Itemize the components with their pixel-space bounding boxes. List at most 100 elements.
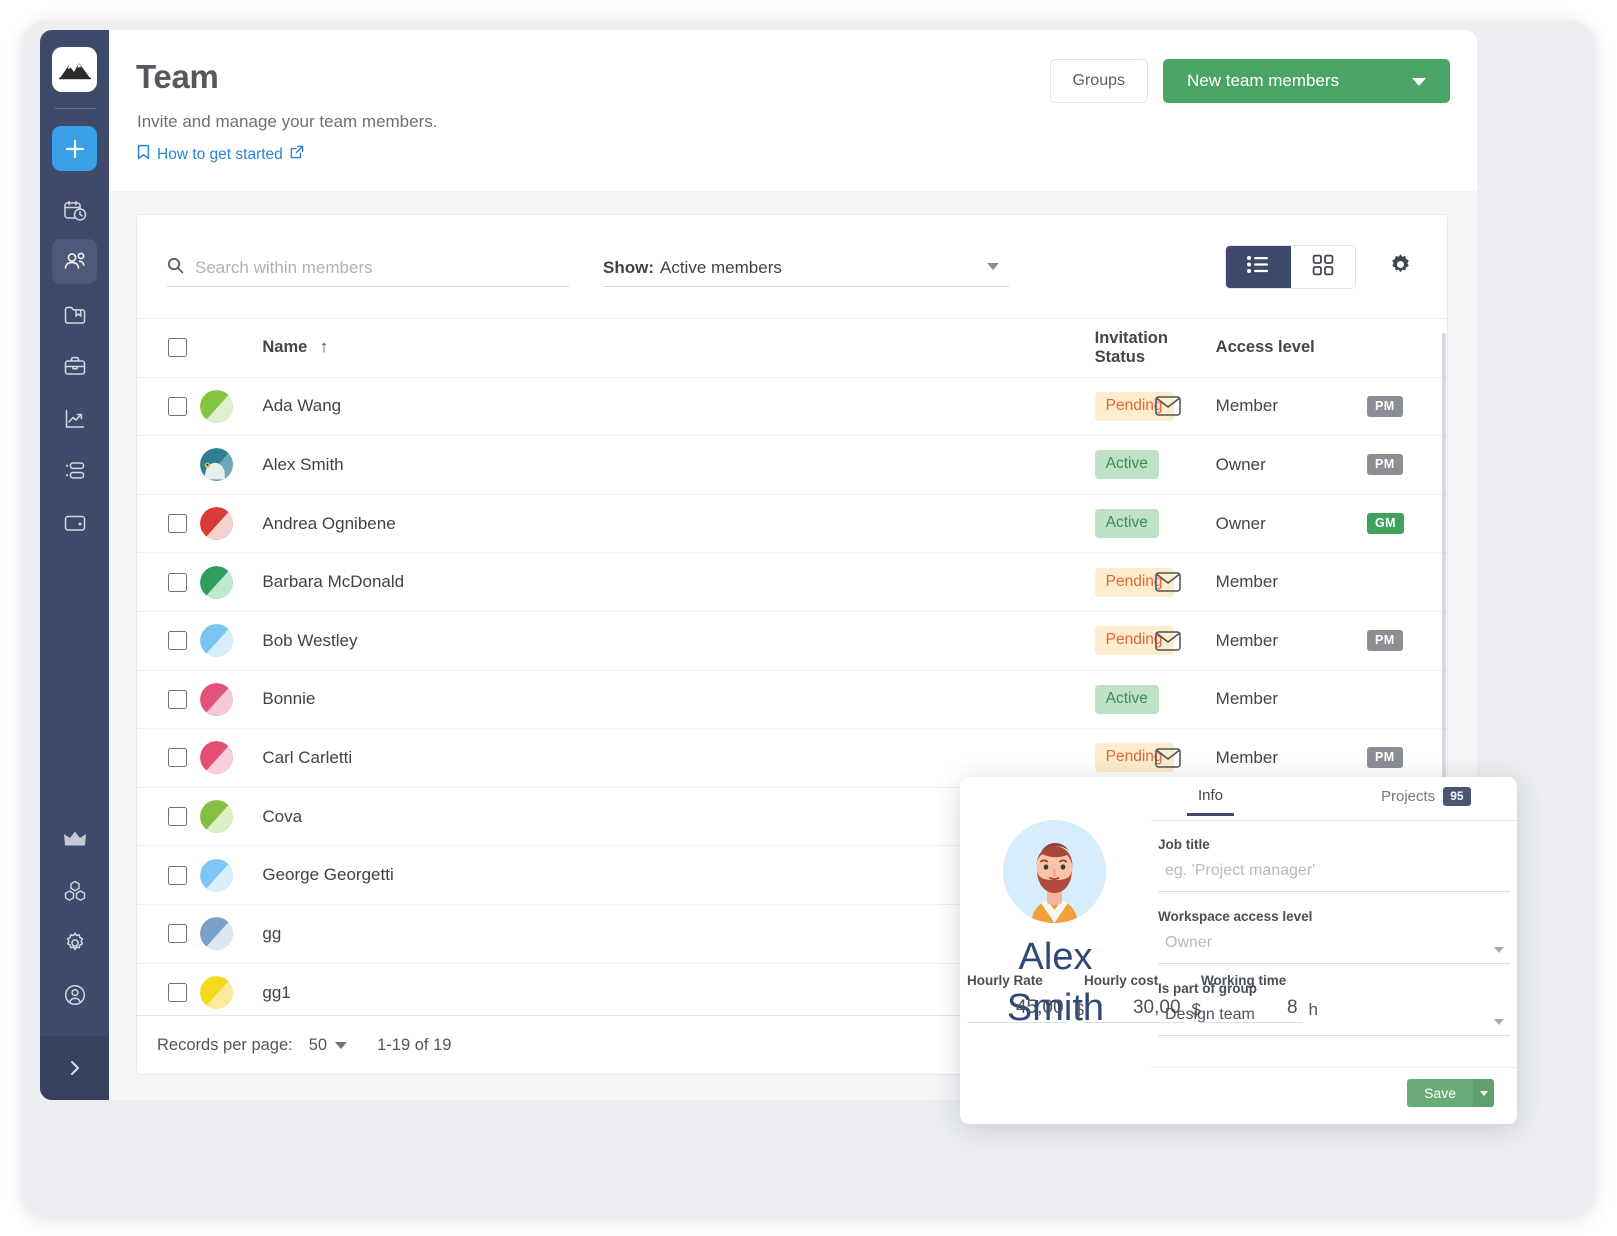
sidebar-item-reports[interactable]: [52, 396, 97, 441]
row-role-badge-cell: [1366, 552, 1447, 612]
split-circle-pink-icon: [199, 682, 233, 716]
row-avatar-cell: [199, 786, 263, 846]
sidebar-item-expenses[interactable]: [52, 500, 97, 545]
table-row[interactable]: Ada Wang Pending Member PM: [137, 376, 1447, 436]
sidebar-item-account[interactable]: [52, 972, 97, 1017]
row-checkbox[interactable]: [168, 572, 187, 592]
job-title-field: Job title eg. 'Project manager': [1158, 837, 1510, 892]
row-name-cell[interactable]: Alex Smith: [262, 435, 1095, 495]
table-row[interactable]: Bob Westley Pending Member PM: [137, 610, 1447, 671]
row-avatar-cell: [199, 376, 263, 436]
sidebar-item-tasks[interactable]: [52, 448, 97, 493]
table-row[interactable]: Bonnie Active Member: [137, 669, 1447, 729]
sidebar-item-files[interactable]: [52, 292, 97, 337]
show-filter-dropdown[interactable]: Show: Active members: [603, 249, 1009, 287]
row-status-cell: Active: [1094, 435, 1159, 495]
sidebar-item-projects[interactable]: [52, 343, 97, 388]
status-badge: Pending: [1094, 743, 1174, 773]
split-circle-yellow-icon: [199, 976, 233, 1010]
save-options-button[interactable]: [1473, 1079, 1494, 1107]
row-select-cell: [137, 669, 200, 729]
workspace-access-select[interactable]: Owner: [1158, 934, 1510, 964]
mountain-logo[interactable]: [52, 47, 97, 92]
split-circle-green-icon: [199, 389, 233, 423]
tab-projects[interactable]: Projects 95: [1381, 787, 1471, 806]
row-name-cell[interactable]: Barbara McDonald: [262, 552, 1095, 612]
row-checkbox[interactable]: [168, 924, 187, 944]
list-view-icon: [1246, 255, 1270, 279]
table-row[interactable]: Barbara McDonald Pending Member: [137, 552, 1447, 612]
working-time-input[interactable]: 8: [1201, 997, 1302, 1023]
access-level-value: Member: [1215, 396, 1279, 416]
row-status-cell: Pending: [1094, 376, 1174, 436]
hourly-rate-input[interactable]: 45,00: [967, 997, 1068, 1023]
grid-view-button[interactable]: [1290, 246, 1355, 288]
select-all-checkbox[interactable]: [168, 338, 187, 358]
sidebar-item-upgrade[interactable]: [52, 816, 97, 861]
sidebar-item-timesheet[interactable]: [52, 188, 97, 233]
detail-left-column: Alex Smith: [960, 777, 1151, 1124]
search-field[interactable]: [167, 249, 569, 287]
records-per-page-select[interactable]: 50: [309, 1036, 348, 1055]
chevron-down-icon[interactable]: [1412, 78, 1426, 86]
name-column-header[interactable]: Name ↑: [262, 318, 1095, 378]
chevron-down-icon[interactable]: [1494, 1019, 1504, 1025]
access-level-value: Member: [1215, 572, 1279, 592]
save-button[interactable]: Save: [1407, 1079, 1473, 1107]
row-checkbox[interactable]: [168, 396, 187, 416]
row-checkbox[interactable]: [168, 514, 187, 534]
tab-info[interactable]: Info: [1186, 787, 1235, 816]
status-badge: Active: [1094, 450, 1159, 480]
row-checkbox[interactable]: [168, 865, 187, 885]
member-name: George Georgetti: [262, 865, 394, 885]
table-row[interactable]: Andrea Ognibene Active Owner GM: [137, 493, 1447, 553]
row-checkbox[interactable]: [168, 631, 187, 651]
member-name: Ada Wang: [262, 396, 342, 416]
list-view-button[interactable]: [1226, 246, 1291, 288]
sidebar-item-team[interactable]: [52, 239, 97, 284]
search-input[interactable]: [195, 257, 545, 278]
row-select-cell: [137, 962, 200, 1022]
row-checkbox[interactable]: [168, 983, 187, 1003]
page-header: Team Invite and manage your team members…: [109, 30, 1477, 191]
row-name-cell[interactable]: Ada Wang: [262, 376, 1095, 436]
row-name-cell[interactable]: Andrea Ognibene: [262, 493, 1095, 553]
access-level-value: Member: [1215, 630, 1279, 650]
status-badge: Active: [1094, 509, 1159, 539]
chevron-down-icon[interactable]: [987, 263, 999, 270]
hourly-cost-input[interactable]: 30,00: [1084, 997, 1185, 1023]
split-circle-steelblue-icon: [199, 917, 233, 951]
chevron-down-icon[interactable]: [1494, 947, 1504, 953]
table-row[interactable]: Alex Smith Active Owner PM: [137, 435, 1447, 495]
status-badge: Active: [1094, 684, 1159, 714]
row-avatar-cell: [199, 552, 263, 612]
hourly-rate-field: Hourly Rate 45,00 $: [967, 973, 1084, 1023]
row-name-cell[interactable]: Bob Westley: [262, 610, 1095, 671]
groups-button[interactable]: Groups: [1049, 59, 1148, 103]
sidebar-item-settings[interactable]: [52, 920, 97, 965]
job-title-input[interactable]: eg. 'Project manager': [1158, 862, 1510, 892]
hourly-rate-label: Hourly Rate: [967, 973, 1043, 988]
sort-ascending-icon: ↑: [319, 338, 329, 357]
row-resend-invite-cell: [1155, 435, 1216, 495]
bearded-man-avatar: [1003, 820, 1106, 923]
row-access-level-cell: Member: [1215, 669, 1367, 729]
row-checkbox[interactable]: [168, 689, 187, 709]
chevron-down-icon: [335, 1041, 348, 1049]
hourly-rate-currency: $: [1074, 1000, 1084, 1019]
new-team-members-button[interactable]: New team members: [1163, 59, 1450, 103]
row-select-cell: [137, 903, 200, 964]
sidebar-item-integrations[interactable]: [52, 868, 97, 913]
show-filter-label: Show:: [603, 257, 654, 277]
split-circle-olive-icon: [199, 800, 233, 834]
row-checkbox[interactable]: [168, 807, 187, 827]
member-name: Cova: [262, 806, 303, 826]
row-checkbox[interactable]: [168, 748, 187, 768]
table-settings-button[interactable]: [1381, 248, 1419, 286]
row-select-cell: [137, 786, 200, 846]
photo-parrot-icon: [199, 448, 233, 482]
row-name-cell[interactable]: Bonnie: [262, 669, 1095, 729]
how-to-get-started-link[interactable]: How to get started: [137, 144, 304, 165]
expand-sidebar-button[interactable]: [40, 1036, 109, 1100]
sidebar-item-add-button[interactable]: [52, 126, 97, 171]
